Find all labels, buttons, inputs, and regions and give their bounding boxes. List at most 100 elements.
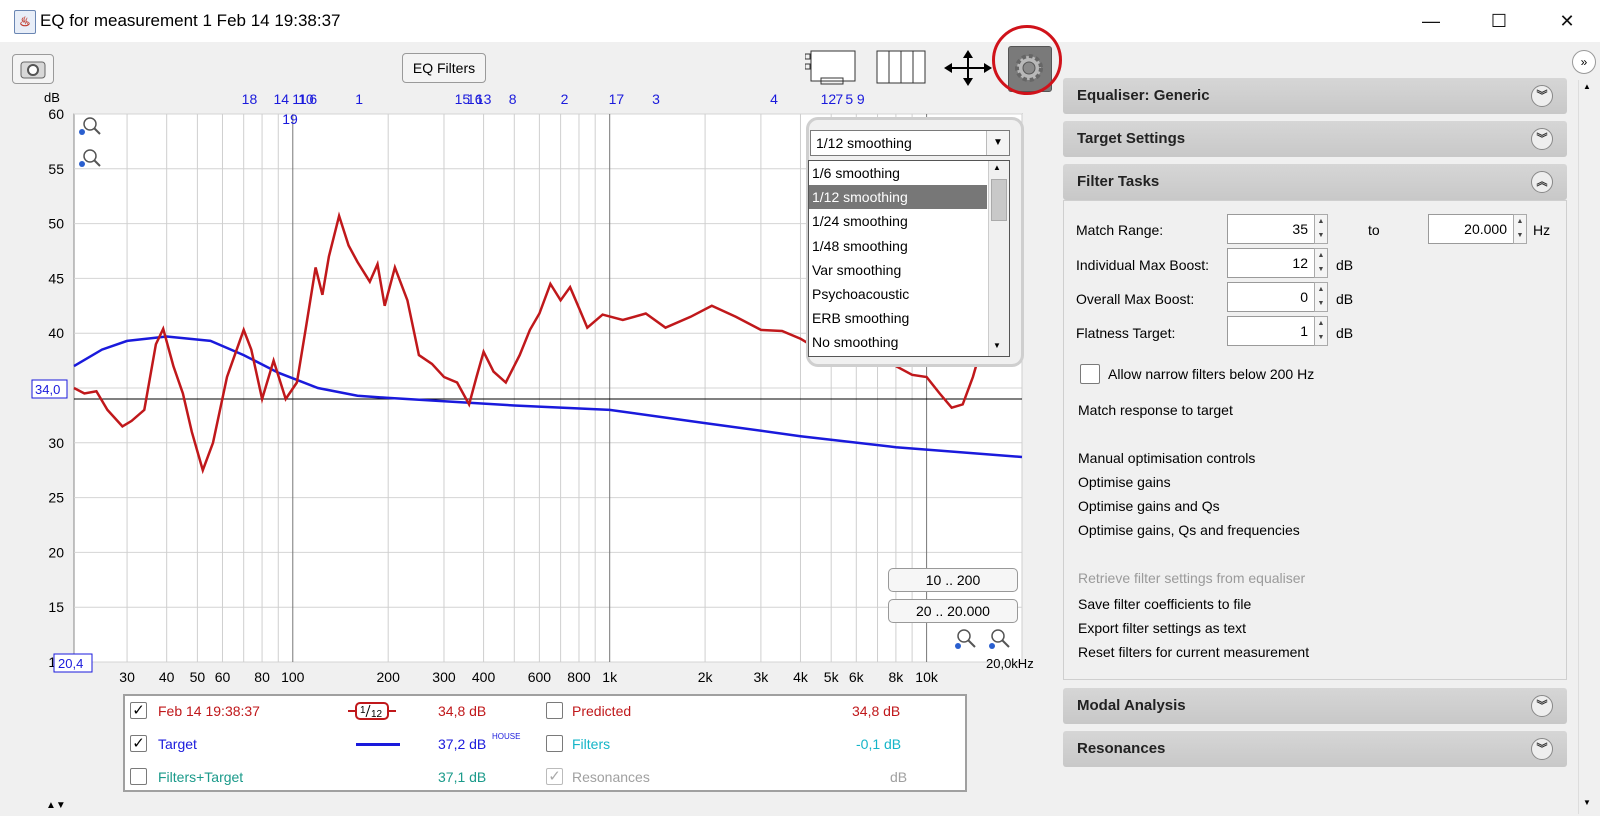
range-10-200-button[interactable]: 10 .. 200 [888, 568, 1018, 592]
smoothing-option[interactable]: Psychoacoustic [809, 282, 987, 306]
match-range-from-stepper[interactable]: ▲ ▼ [1314, 214, 1328, 244]
resonances-legend-value: dB [890, 769, 908, 785]
match-range-to-field[interactable]: 20.000 [1428, 214, 1514, 244]
target-settings-title: Target Settings [1077, 130, 1186, 147]
smoothing-option[interactable]: No smoothing [809, 330, 987, 354]
equaliser-title: Equaliser: Generic [1077, 87, 1210, 104]
filter-marker-label: 1 [355, 91, 363, 107]
filter-marker-label: 18 [242, 91, 258, 107]
fit-arrows-icon[interactable] [942, 50, 994, 86]
x-tick-label: 600 [528, 669, 552, 685]
chevron-down-icon[interactable]: ▼ [986, 131, 1009, 155]
smoothing-option[interactable]: 1/6 smoothing [809, 161, 987, 185]
flatness-target-field[interactable]: 1 [1227, 316, 1315, 346]
x-tick-label: 2k [698, 669, 714, 685]
target-line-swatch [356, 743, 400, 746]
overall-max-boost-stepper[interactable]: ▲ ▼ [1314, 282, 1328, 312]
expand-chevron-icon[interactable]: ︾ [1531, 85, 1553, 107]
smoothing-option[interactable]: Var smoothing [809, 258, 987, 282]
close-button[interactable]: ✕ [1540, 4, 1594, 38]
x-tick-label: 40 [159, 669, 175, 685]
manual-optimisation-link[interactable]: Manual optimisation controls [1078, 450, 1255, 466]
match-range-to-stepper[interactable]: ▲ ▼ [1513, 214, 1527, 244]
scroll-up-icon[interactable]: ▲ [1583, 82, 1591, 91]
filter-tasks-header[interactable]: Filter Tasks ︽ [1063, 164, 1567, 200]
scroll-thumb[interactable] [991, 179, 1007, 221]
allow-narrow-checkbox[interactable] [1080, 364, 1100, 384]
layout-single-icon[interactable] [804, 50, 857, 86]
measurement-checkbox[interactable]: ✓ [130, 702, 147, 719]
splitter-arrows-icon[interactable]: ▲▼ [46, 800, 66, 811]
smoothing-option[interactable]: ERB smoothing [809, 306, 987, 330]
expand-chevron-icon[interactable]: ︾ [1531, 128, 1553, 150]
layout-columns-icon[interactable] [875, 50, 927, 86]
match-response-link[interactable]: Match response to target [1078, 402, 1233, 418]
modal-analysis-header[interactable]: Modal Analysis ︾ [1063, 688, 1567, 724]
predicted-checkbox[interactable] [546, 702, 563, 719]
dropdown-scrollbar[interactable]: ▲ ▼ [988, 161, 1009, 356]
resonances-header[interactable]: Resonances ︾ [1063, 731, 1567, 767]
filter-marker-label: 5 [845, 91, 853, 107]
scroll-down-icon[interactable]: ▼ [993, 341, 1001, 350]
window-title: EQ for measurement 1 Feb 14 19:38:37 [40, 11, 341, 30]
reset-filters-link[interactable]: Reset filters for current measurement [1078, 644, 1309, 660]
x-tick-label: 3k [753, 669, 769, 685]
save-coefficients-link[interactable]: Save filter coefficients to file [1078, 596, 1251, 612]
x-tick-label: 80 [254, 669, 270, 685]
panel-scrollbar[interactable]: ▲ ▼ [1578, 80, 1597, 814]
y-tick-label: 45 [48, 270, 64, 286]
x-tick-label: 60 [215, 669, 231, 685]
scroll-down-icon[interactable]: ▼ [1583, 798, 1591, 807]
range-20-20000-button[interactable]: 20 .. 20.000 [888, 599, 1018, 623]
target-settings-header[interactable]: Target Settings ︾ [1063, 121, 1567, 157]
optimise-gains-qs-link[interactable]: Optimise gains and Qs [1078, 498, 1220, 514]
eq-filters-button[interactable]: EQ Filters [402, 53, 486, 83]
expand-chevron-icon[interactable]: ︾ [1531, 695, 1553, 717]
x-tick-label: 800 [567, 669, 591, 685]
x-tick-label: 100 [281, 669, 305, 685]
individual-max-boost-stepper[interactable]: ▲ ▼ [1314, 248, 1328, 278]
optimise-gains-qs-freq-link[interactable]: Optimise gains, Qs and frequencies [1078, 522, 1300, 538]
smoothing-den: 12 [371, 709, 383, 720]
target-label: Target [158, 736, 197, 752]
overall-max-boost-field[interactable]: 0 [1227, 282, 1315, 312]
expand-chevron-icon[interactable]: ︾ [1531, 738, 1553, 760]
individual-max-boost-field[interactable]: 12 [1227, 248, 1315, 278]
smoothing-option-selected[interactable]: 1/12 smoothing [809, 185, 987, 210]
java-app-icon: ♨ [14, 10, 36, 34]
scroll-up-icon[interactable]: ▲ [993, 163, 1001, 172]
filter-marker-label: 4 [770, 91, 778, 107]
db-unit-label: dB [1336, 291, 1354, 307]
smoothing-options-list[interactable]: 1/6 smoothing 1/12 smoothing 1/24 smooth… [808, 160, 1010, 357]
export-filters-text-link[interactable]: Export filter settings as text [1078, 620, 1246, 636]
smoothing-option[interactable]: 1/48 smoothing [809, 234, 987, 258]
retrieve-filters-link: Retrieve filter settings from equaliser [1078, 570, 1306, 586]
minimize-button[interactable]: — [1404, 4, 1458, 38]
x-end-label: 20,0kHz [986, 656, 1034, 671]
match-range-from-field[interactable]: 35 [1227, 214, 1315, 244]
collapse-chevron-icon[interactable]: ︽ [1531, 171, 1553, 193]
filters-target-checkbox[interactable] [130, 768, 147, 785]
maximize-button[interactable]: ☐ [1472, 4, 1526, 38]
filter-marker-label: 6 [309, 91, 317, 107]
equaliser-section-header[interactable]: Equaliser: Generic ︾ [1063, 78, 1567, 114]
smoothing-combo[interactable]: 1/12 smoothing ▼ [810, 130, 1010, 156]
modal-analysis-title: Modal Analysis [1077, 697, 1186, 714]
y-tick-label: 20 [48, 544, 64, 560]
x-tick-label: 300 [432, 669, 456, 685]
match-range-label: Match Range: [1076, 222, 1164, 238]
hz-unit-label: Hz [1533, 222, 1551, 238]
screenshot-camera-button[interactable] [12, 54, 54, 84]
filters-checkbox[interactable] [546, 735, 563, 752]
smoothing-option[interactable]: 1/24 smoothing [809, 209, 987, 233]
y-tick-label: 25 [48, 490, 64, 506]
target-checkbox[interactable]: ✓ [130, 735, 147, 752]
flatness-target-stepper[interactable]: ▲ ▼ [1314, 316, 1328, 346]
reference-level-label: 34,0 [35, 382, 60, 397]
collapse-panel-button[interactable]: » [1572, 50, 1596, 74]
filter-marker-label: 14 [274, 91, 290, 107]
x-start-label: 20,4 [58, 656, 83, 671]
optimise-gains-link[interactable]: Optimise gains [1078, 474, 1171, 490]
db-unit-label: dB [1336, 257, 1354, 273]
smoothing-badge[interactable]: 1 12 [348, 701, 396, 721]
